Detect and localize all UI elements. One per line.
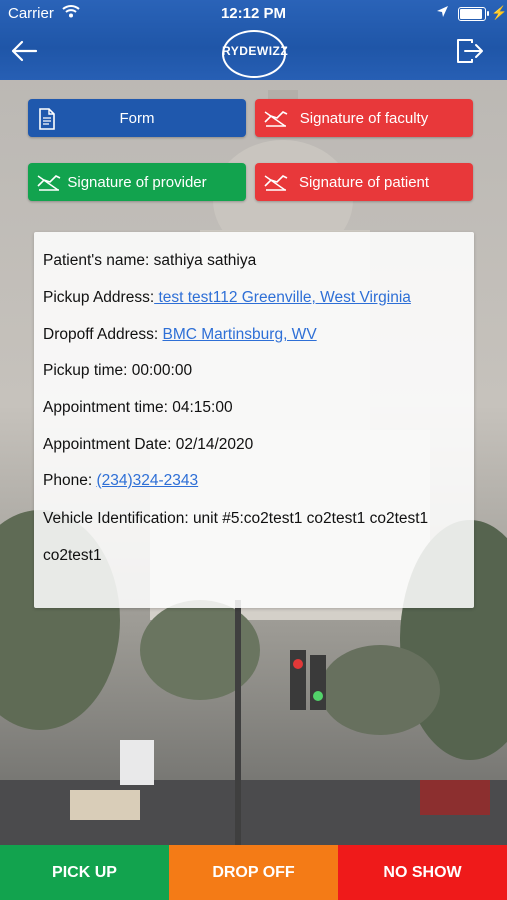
document-icon [36,108,62,130]
dropoff-address-label: Dropoff Address: [43,326,159,343]
pickup-time-label: Pickup time: [43,362,128,379]
pickup-address-row: Pickup Address: test test112 Greenville,… [43,289,411,307]
phone-link[interactable]: (234)324-2343 [96,472,198,489]
signature-patient-button[interactable]: Signature of patient [255,163,473,201]
patient-name-value: sathiya sathiya [153,252,257,269]
signature-hand-icon [36,172,62,194]
pickup-address-link[interactable]: test test112 Greenville, West Virginia [154,289,410,306]
form-button[interactable]: Form [28,99,246,137]
status-time: 12:12 PM [220,5,287,22]
appointment-time-row: Appointment time: 04:15:00 [43,399,233,417]
signature-faculty-button[interactable]: Signature of faculty [255,99,473,137]
bolt-icon: ⚡ [491,5,507,20]
dropoff-address-link[interactable]: BMC Martinsburg, WV [162,326,316,343]
signature-provider-label: Signature of provider [67,173,207,191]
signature-patient-label: Signature of patient [298,173,430,191]
back-arrow-icon[interactable] [10,38,40,66]
vehicle-identification-label: Vehicle Identification: [43,510,189,527]
signature-faculty-label: Signature of faculty [299,109,429,127]
signature-hand-icon [263,172,289,194]
phone-label: Phone: [43,472,93,489]
logout-icon[interactable] [455,38,487,66]
app-logo: RYDEWIZZ [222,30,289,78]
signature-provider-button[interactable]: Signature of provider [28,163,246,201]
patient-name-row: Patient's name: sathiya sathiya [43,252,256,270]
pick-up-button[interactable]: PICK UP [0,845,169,900]
phone-row: Phone: (234)324-2343 [43,472,198,490]
signature-hand-icon [263,108,289,130]
battery-icon [458,7,489,21]
appointment-time-value: 04:15:00 [172,399,233,416]
status-bar: Carrier 12:12 PM ⚡ [0,0,507,28]
no-show-button[interactable]: NO SHOW [338,845,507,900]
appointment-date-row: Appointment Date: 02/14/2020 [43,436,253,454]
header-bar: Carrier 12:12 PM ⚡ RYDEWIZZ [0,0,507,80]
logo-text: RYDEWIZZ [222,44,289,58]
patient-name-label: Patient's name: [43,252,150,269]
dropoff-address-row: Dropoff Address: BMC Martinsburg, WV [43,326,317,344]
pickup-time-row: Pickup time: 00:00:00 [43,362,192,380]
location-arrow-icon [436,5,449,22]
appointment-date-label: Appointment Date: [43,436,172,453]
pickup-time-value: 00:00:00 [131,362,193,379]
appointment-time-label: Appointment time: [43,399,168,416]
vehicle-identification-row: Vehicle Identification: unit #5:co2test1… [43,500,473,574]
drop-off-button[interactable]: DROP OFF [169,845,338,900]
pickup-address-label: Pickup Address: [43,289,155,306]
bottom-action-bar: PICK UP DROP OFF NO SHOW [0,845,507,900]
trip-details-card: Patient's name: sathiya sathiya Pickup A… [34,232,474,608]
appointment-date-value: 02/14/2020 [175,436,254,453]
form-button-label: Form [119,109,155,127]
